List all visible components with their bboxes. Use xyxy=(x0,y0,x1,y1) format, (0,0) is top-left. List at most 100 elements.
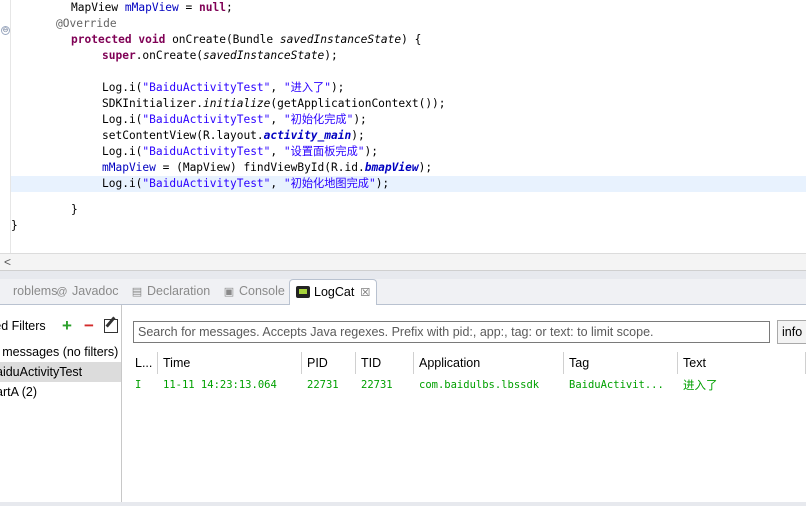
code-line: } xyxy=(11,202,806,218)
table-row[interactable]: I 11-11 14:23:13.064 22731 22731 com.baidulb… xyxy=(122,377,806,393)
code-token: ); xyxy=(351,129,365,142)
tab-label: Console xyxy=(239,284,285,298)
window-bottom-border xyxy=(0,502,806,506)
edit-filter-icon[interactable] xyxy=(104,319,118,333)
filter-item[interactable]: aiduActivityTest xyxy=(0,362,121,382)
code-token: ); xyxy=(330,81,345,94)
code-token: ); xyxy=(353,113,367,126)
filter-label: artA (2) xyxy=(0,385,37,399)
code-token: } xyxy=(11,219,18,232)
fold-collapse-icon[interactable]: ⊖ xyxy=(1,26,10,35)
code-token: protected xyxy=(71,33,132,46)
view-tab-bar: roblems @ Javadoc ▤ Declaration ▣ Console LogCa… xyxy=(0,279,806,305)
console-icon: ▣ xyxy=(223,286,235,298)
code-line: MapView mMapView = null; xyxy=(11,0,806,16)
column-header[interactable]: Text xyxy=(678,352,806,374)
code-line: } xyxy=(11,218,806,234)
tab-declaration[interactable]: ▤ Declaration xyxy=(130,279,210,304)
logcat-icon xyxy=(296,286,310,298)
code-token: = xyxy=(178,1,199,14)
code-line: Log.i("BaiduActivityTest", "初始化完成"); xyxy=(11,112,806,128)
code-token: , xyxy=(270,177,284,190)
code-token: mMapView xyxy=(124,1,179,14)
search-input[interactable] xyxy=(133,321,770,343)
column-header[interactable]: Tag xyxy=(564,352,678,374)
code-token: "BaiduActivityTest" xyxy=(142,177,271,190)
filter-label: aiduActivityTest xyxy=(0,365,83,379)
code-token: Log.i( xyxy=(102,81,143,94)
code-line: SDKInitializer.initialize(getApplication… xyxy=(11,96,806,112)
code-line: super.onCreate(savedInstanceState); xyxy=(11,48,806,64)
declaration-icon: ▤ xyxy=(131,286,143,298)
code-token: "初始化地图完成" xyxy=(283,177,376,190)
code-token: void xyxy=(138,33,166,46)
code-token: ; xyxy=(225,1,233,14)
log-level-select[interactable]: info xyxy=(777,320,806,344)
code-token: (getApplicationContext()); xyxy=(270,97,446,110)
code-token: = (MapView) findViewById(R.id. xyxy=(155,161,365,174)
code-line: Log.i("BaiduActivityTest", "初始化地图完成"); xyxy=(11,176,806,192)
editor-ruler: ⊖ xyxy=(0,0,11,253)
add-filter-button[interactable]: + xyxy=(62,317,72,335)
remove-filter-button[interactable]: − xyxy=(84,317,94,335)
cell-level: I xyxy=(135,379,142,391)
logcat-panel: ved Filters + − l messages (no filters) a… xyxy=(0,305,806,502)
code-token: Log.i( xyxy=(102,113,143,126)
code-token: onCreate(Bundle xyxy=(165,33,280,46)
cell-text: 进入了 xyxy=(683,378,718,392)
cell-pid: 22731 xyxy=(307,379,339,391)
tab-label: LogCat xyxy=(314,285,355,299)
code-token: ); xyxy=(375,177,390,190)
cell-app: com.baidulbs.lbssdk xyxy=(419,379,540,391)
code-token: "BaiduActivityTest" xyxy=(142,113,271,126)
code-token: "进入了" xyxy=(283,81,331,94)
code-token: initialize xyxy=(203,97,271,110)
javadoc-icon: @ xyxy=(56,286,68,298)
code-token: @Override xyxy=(56,17,117,30)
column-header[interactable]: PID xyxy=(302,352,356,374)
code-token: .onCreate( xyxy=(135,49,204,62)
code-line: Log.i("BaiduActivityTest", "进入了"); xyxy=(11,80,806,96)
code-token: , xyxy=(270,81,284,94)
saved-filters-header: ved Filters + − xyxy=(0,317,121,335)
column-header[interactable]: L... xyxy=(130,352,158,374)
code-token: SDKInitializer. xyxy=(102,97,204,110)
column-header[interactable]: TID xyxy=(356,352,414,374)
code-editor[interactable]: ⊖ MapView mMapView = null; @Override prote… xyxy=(0,0,806,253)
code-token: super xyxy=(102,49,136,62)
column-header[interactable]: Application xyxy=(414,352,564,374)
code-token: "BaiduActivityTest" xyxy=(142,145,271,158)
column-header[interactable]: Time xyxy=(158,352,302,374)
code-token: ) { xyxy=(401,33,422,46)
code-line: protected void onCreate(Bundle savedInst… xyxy=(11,32,806,48)
code-token: mMapView xyxy=(102,161,156,174)
code-token: "设置面板完成" xyxy=(283,145,365,158)
editor-horizontal-scrollbar[interactable]: < xyxy=(0,253,806,271)
log-table-header: L... Time PID TID Application Tag Text xyxy=(122,352,806,374)
code-line: setContentView(R.layout.activity_main); xyxy=(11,128,806,144)
code-token: null xyxy=(199,1,226,14)
code-token: , xyxy=(270,113,284,126)
panel-sash[interactable] xyxy=(0,271,806,279)
code-token: setContentView(R.layout. xyxy=(102,129,264,142)
tab-console[interactable]: ▣ Console xyxy=(222,279,285,304)
filter-item[interactable]: artA (2) xyxy=(0,382,121,402)
tab-logcat[interactable]: LogCat ☒ xyxy=(289,279,378,305)
code-line: Log.i("BaiduActivityTest", "设置面板完成"); xyxy=(11,144,806,160)
tab-label: Javadoc xyxy=(72,284,119,298)
close-tab-icon[interactable]: ☒ xyxy=(360,287,370,299)
code-token: savedInstanceState xyxy=(203,49,325,62)
code-token: "BaiduActivityTest" xyxy=(142,81,271,94)
code-token: Log.i( xyxy=(102,177,143,190)
code-token: } xyxy=(71,203,78,216)
tab-javadoc[interactable]: @ Javadoc xyxy=(55,279,119,304)
code-token: savedInstanceState xyxy=(279,33,402,46)
scroll-left-arrow-icon[interactable]: < xyxy=(4,254,11,270)
tab-problems[interactable]: roblems xyxy=(0,279,57,304)
filter-item[interactable]: l messages (no filters) xyxy=(0,342,121,362)
code-token: ); xyxy=(418,161,433,174)
code-line: @Override xyxy=(11,16,806,32)
tab-label: roblems xyxy=(13,284,58,298)
code-line: mMapView = (MapView) findViewById(R.id.b… xyxy=(11,160,806,176)
cell-time: 11-11 14:23:13.064 xyxy=(163,379,277,391)
